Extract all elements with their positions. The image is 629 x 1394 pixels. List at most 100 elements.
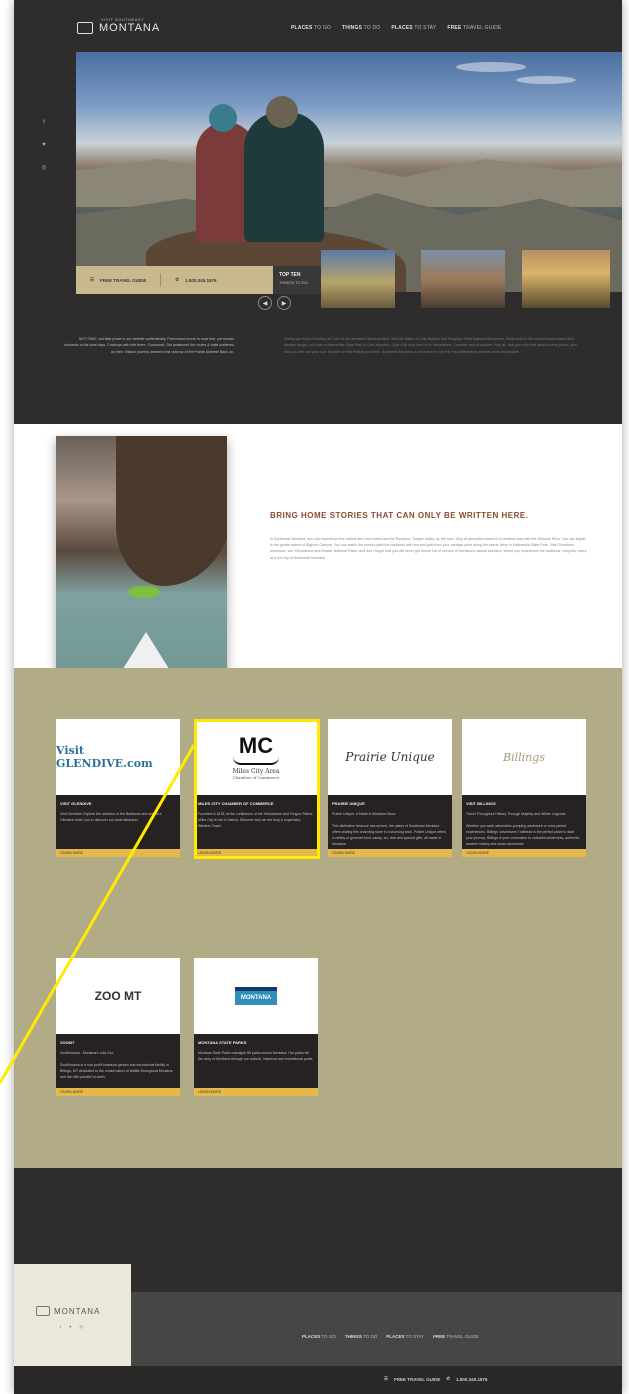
footer-contact: ☰ FREE TRAVEL GUIDE ✆ 1.800.345.1876 <box>384 1376 487 1382</box>
nav-places-to-stay[interactable]: PLACES TO STAY <box>391 25 436 31</box>
partner-logo: Prairie Unique <box>328 719 452 795</box>
montana-mark-icon <box>36 1306 50 1316</box>
green-kayak <box>128 586 160 598</box>
nav-bold: FREE <box>433 1334 446 1339</box>
partner-name: PRAIRIE UNIQUE <box>332 801 365 806</box>
free-travel-guide-link[interactable]: ☰ FREE TRAVEL GUIDE <box>76 277 146 283</box>
phone-link[interactable]: ✆ 1.800.345.1876 <box>161 277 216 283</box>
partner-card[interactable]: Visit GLENDIVE.com VISIT GLENDIVE Visit … <box>56 719 180 857</box>
footer-logo-badge: MONTANA f ♥ ◎ <box>14 1264 131 1370</box>
partner-logo: Visit GLENDIVE.com <box>56 719 180 795</box>
annotation-highlight-box <box>194 719 320 859</box>
footer-guide-link[interactable]: FREE TRAVEL GUIDE <box>394 1377 440 1382</box>
nav-bold: PLACES <box>302 1334 321 1339</box>
phone-label: 1.800.345.1876 <box>185 277 217 283</box>
footer-nav-places-to-stay[interactable]: PLACES TO STAY <box>386 1334 424 1339</box>
nav-bold: PLACES <box>291 25 313 31</box>
nav-bold: PLACES <box>391 25 413 31</box>
phone-icon: ✆ <box>175 277 180 282</box>
prairie-unique-logo: Prairie Unique <box>345 750 435 764</box>
carousel-thumb[interactable] <box>522 250 610 308</box>
nav-rest: TO DO <box>362 25 381 31</box>
free-travel-guide-label: FREE TRAVEL GUIDE <box>100 277 147 283</box>
partner-name: MONTANA STATE PARKS <box>198 1040 247 1045</box>
hiker-woman-head <box>209 104 237 132</box>
partner-name: ZOOMT <box>60 1040 75 1045</box>
nav-bold: THINGS <box>344 1334 362 1339</box>
nav-rest: TRAVEL GUIDE <box>445 1334 479 1339</box>
top-ten-subtitle: THINGS TO DO <box>279 280 308 285</box>
footer-logo[interactable]: MONTANA <box>36 1306 100 1316</box>
nav-rest: TRAVEL GUIDE <box>461 25 502 31</box>
social-links: f ♥ ◎ <box>40 120 48 171</box>
site-logo[interactable]: VISIT SOUTHEAST MONTANA <box>77 17 161 34</box>
book-icon: ☰ <box>384 1376 389 1381</box>
footer-social: f ♥ ◎ <box>60 1324 83 1329</box>
footer-phone-link[interactable]: 1.800.345.1876 <box>456 1377 487 1382</box>
facebook-icon[interactable]: f <box>40 120 48 126</box>
nav-rest: TO STAY <box>404 1334 425 1339</box>
partner-card[interactable]: Prairie Unique PRAIRIE UNIQUE Prairie Un… <box>328 719 452 857</box>
twitter-icon[interactable]: ♥ <box>40 142 48 148</box>
arrow-right-icon[interactable]: ▶ <box>277 296 291 310</box>
partner-description: Prairie Unique. A Made in Montana Store.… <box>332 811 446 846</box>
nav-bold: PLACES <box>386 1334 405 1339</box>
book-icon: ☰ <box>90 277 95 282</box>
partner-description: Travel Throughout History Through Majest… <box>466 811 580 846</box>
carousel-thumb[interactable] <box>321 250 395 308</box>
nav-bold: THINGS <box>342 25 363 31</box>
nav-things-to-do[interactable]: THINGS TO DO <box>342 25 380 31</box>
learn-more-button[interactable]: LEARN MORE <box>56 849 180 857</box>
phone-icon: ✆ <box>446 1376 451 1381</box>
nav-places-to-go[interactable]: PLACES TO GO <box>291 25 331 31</box>
nav-rest: TO GO <box>320 1334 336 1339</box>
learn-more-button[interactable]: LEARN MORE <box>328 849 452 857</box>
intro-text-left: NOT FAKE, not fake prose in our website … <box>64 337 234 354</box>
feature-title: BRING HOME STORIES THAT CAN ONLY BE WRIT… <box>270 511 529 520</box>
cloud <box>516 76 576 84</box>
footer-nav-things-to-do[interactable]: THINGS TO DO <box>345 1334 377 1339</box>
nav-rest: TO DO <box>361 1334 378 1339</box>
carousel-arrows: ◀ ▶ <box>258 296 291 310</box>
hiker-man-head <box>266 96 298 128</box>
learn-more-button[interactable]: LEARN MORE <box>56 1088 180 1096</box>
facebook-icon[interactable]: f <box>60 1324 61 1329</box>
feature-body: In Southeast Montana, you can experience… <box>270 537 588 560</box>
footer-nav: PLACES TO GO THINGS TO DO PLACES TO STAY… <box>302 1334 479 1339</box>
intro-text-right: Rarely you think of visiting us? Join in… <box>284 337 577 354</box>
montana-mark-icon <box>77 22 93 34</box>
footer-nav-free-travel-guide[interactable]: FREE TRAVEL GUIDE <box>433 1334 479 1339</box>
logo-text: MONTANA <box>99 21 161 34</box>
carousel-thumb[interactable] <box>421 250 505 308</box>
billings-logo: Billings <box>503 750 545 764</box>
nav-rest: TO STAY <box>412 25 437 31</box>
glendive-logo: Visit GLENDIVE.com <box>56 744 153 770</box>
partner-description: ZooMontana - Montana's only Zoo. ZooMont… <box>60 1050 173 1079</box>
nav-free-travel-guide[interactable]: FREE TRAVEL GUIDE <box>447 25 501 31</box>
nav-rest: TO GO <box>312 25 332 31</box>
partner-logo: MONTANA <box>194 958 318 1034</box>
top-ten-title: TOP TEN <box>279 272 301 278</box>
learn-more-button[interactable]: LEARN MORE <box>194 1088 318 1096</box>
arrow-left-icon[interactable]: ◀ <box>258 296 272 310</box>
instagram-icon[interactable]: ◎ <box>40 164 48 171</box>
partner-name: VISIT BILLINGS <box>466 801 496 806</box>
partner-card[interactable]: ZOO MT ZOOMT ZooMontana - Montana's only… <box>56 958 180 1096</box>
partner-card[interactable]: MONTANA MONTANA STATE PARKS Montana Stat… <box>194 958 318 1096</box>
montana-state-parks-logo: MONTANA <box>234 987 278 1005</box>
top-ten-tab[interactable]: TOP TEN THINGS TO DO <box>273 266 321 294</box>
nav-bold: FREE <box>447 25 462 31</box>
hiker-man <box>244 112 324 242</box>
partner-name: VISIT GLENDIVE <box>60 801 92 806</box>
page: VISIT SOUTHEAST MONTANA PLACES TO GO THI… <box>14 0 622 1394</box>
badlands-ridge <box>76 159 622 207</box>
zoomt-logo: ZOO MT <box>94 989 142 1003</box>
kayak-photo <box>56 436 227 692</box>
partner-card[interactable]: Billings VISIT BILLINGS Travel Throughou… <box>462 719 586 857</box>
partner-description: Montana State Parks manages 55 parks acr… <box>198 1050 314 1061</box>
instagram-icon[interactable]: ◎ <box>80 1324 84 1329</box>
learn-more-button[interactable]: LEARN MORE <box>462 849 586 857</box>
twitter-icon[interactable]: ♥ <box>69 1324 71 1329</box>
logo-subtitle: VISIT SOUTHEAST <box>101 17 144 22</box>
footer-nav-places-to-go[interactable]: PLACES TO GO <box>302 1334 336 1339</box>
